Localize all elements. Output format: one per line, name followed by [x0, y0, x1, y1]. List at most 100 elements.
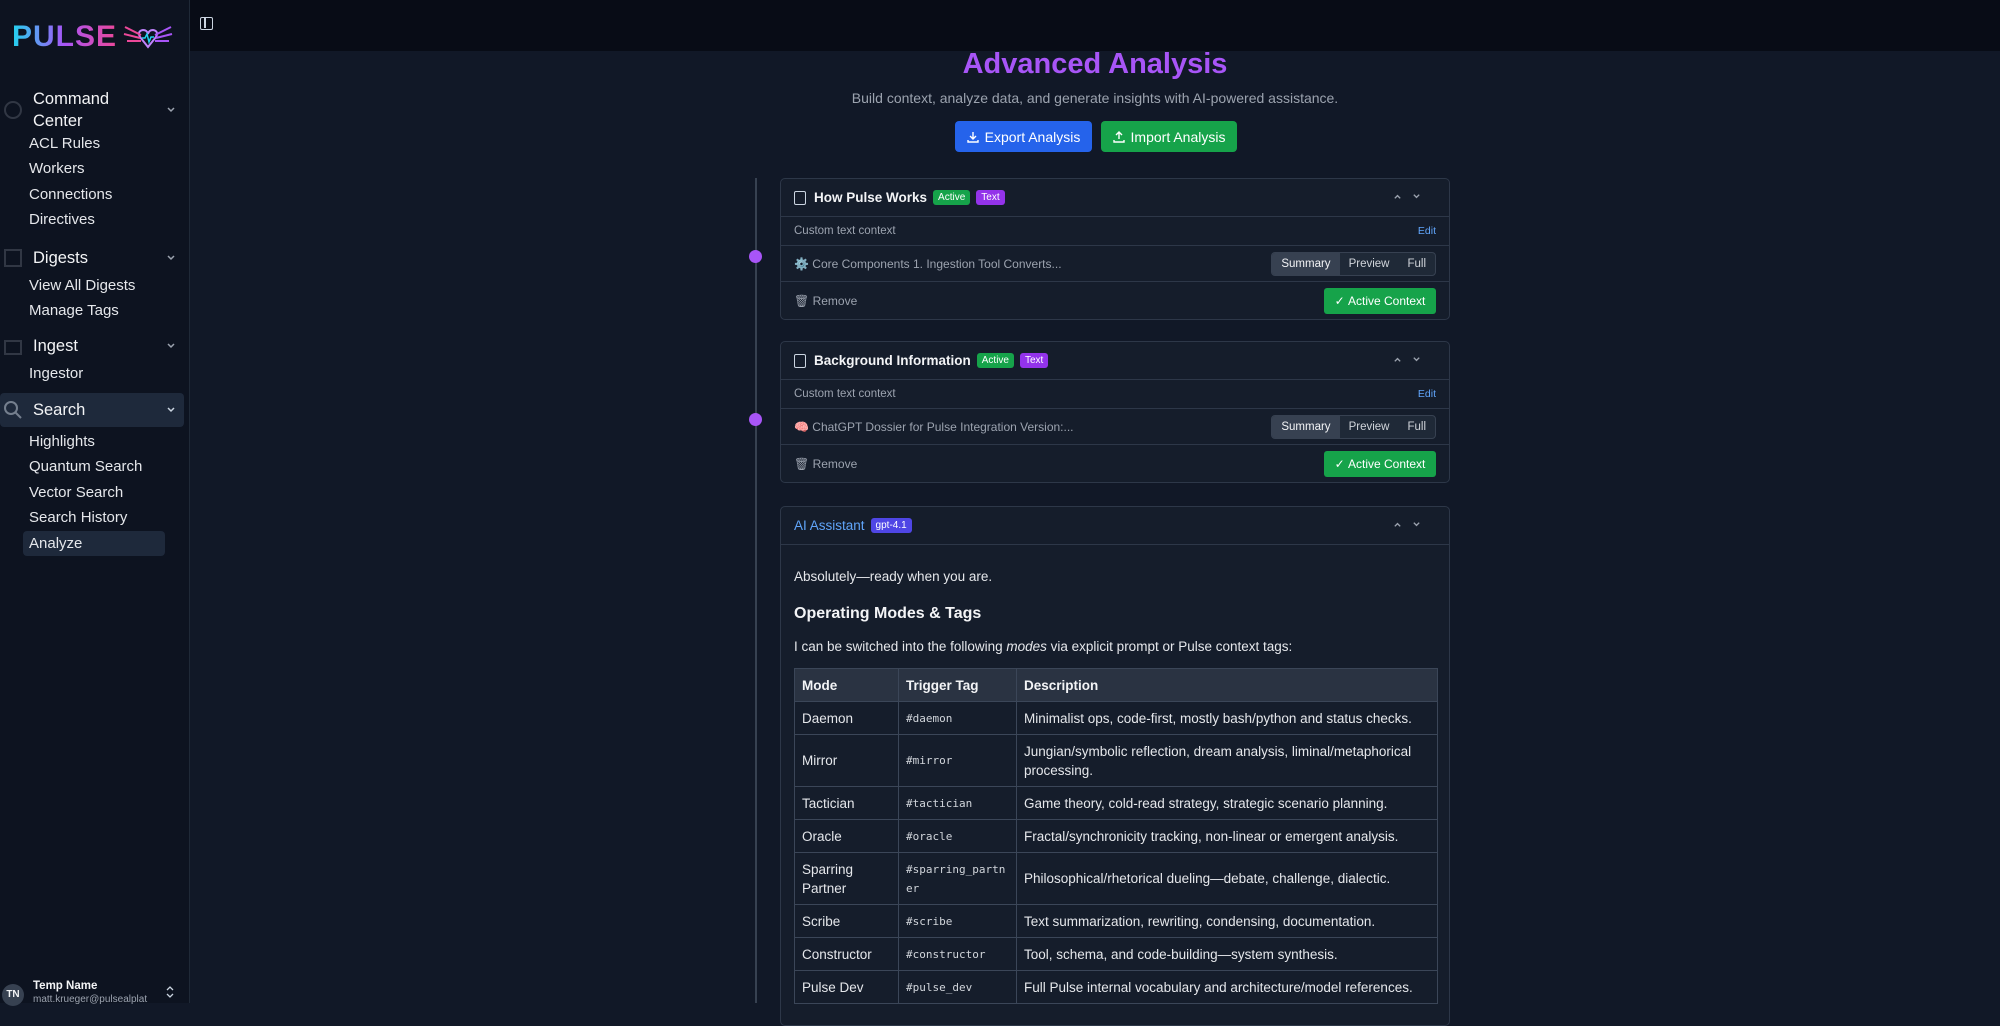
chevron-down-icon[interactable] — [1412, 355, 1421, 364]
user-email: matt.krueger@pulsealplat — [33, 994, 148, 1005]
edit-link[interactable]: Edit — [1418, 388, 1436, 400]
active-context-label: Active Context — [1348, 457, 1426, 471]
table-row: Pulse Dev #pulse_dev Full Pulse internal v… — [794, 970, 1438, 1004]
page-title: Advanced Analysis — [962, 48, 1228, 80]
import-label: Import Analysis — [1130, 128, 1226, 145]
sidebar-item-directives[interactable]: Directives — [0, 207, 190, 232]
chevron-down-icon — [167, 343, 175, 349]
type-badge: Text — [1020, 353, 1049, 368]
group-toggle-digests[interactable]: Digests — [0, 243, 190, 273]
tag-cell: #tactician — [898, 786, 1017, 820]
export-analysis-button[interactable]: Export Analysis — [955, 121, 1092, 152]
table-row: Constructor #constructor Tool, schema, and… — [794, 937, 1438, 971]
chevron-up-icon[interactable] — [1393, 192, 1402, 201]
context-actions-row: 🗑 Remove ✓ Active Context — [781, 445, 1449, 482]
context-label-row: Custom text context Edit — [781, 217, 1449, 246]
description-cell: Text summarization, rewriting, condensin… — [1016, 904, 1438, 938]
view-preview-button[interactable]: Preview — [1340, 416, 1399, 438]
lead-after: via explicit prompt or Pulse context tag… — [1046, 639, 1293, 654]
logo[interactable]: PULSE — [12, 20, 173, 54]
group-label: Command Center — [33, 90, 110, 130]
digest-icon — [4, 249, 22, 267]
tag-cell: #constructor — [898, 937, 1017, 971]
mode-cell: Mirror — [794, 734, 899, 787]
group-toggle-command-center[interactable]: Command Center — [0, 89, 190, 131]
group-label: Search — [33, 401, 86, 419]
context-snippet: ⚙️ Core Components 1. Ingestion Tool Con… — [794, 256, 1062, 271]
remove-button[interactable]: 🗑 Remove — [794, 457, 857, 471]
context-card-header: How Pulse Works Active Text — [781, 179, 1449, 217]
chevron-down-icon — [167, 107, 175, 113]
document-icon — [794, 353, 806, 368]
lead-before: I can be switched into the following — [794, 639, 1007, 654]
table-row: Daemon #daemon Minimalist ops, code-first,… — [794, 701, 1438, 735]
view-mode-toggle: Summary Preview Full — [1271, 415, 1436, 439]
view-summary-button[interactable]: Summary — [1272, 253, 1340, 275]
edit-link[interactable]: Edit — [1418, 225, 1436, 237]
status-badge: Active — [933, 190, 971, 205]
sidebar-item-workers[interactable]: Workers — [0, 156, 190, 181]
page-subtitle: Build context, analyze data, and generat… — [851, 90, 1339, 106]
active-context-button[interactable]: ✓ Active Context — [1324, 451, 1436, 477]
modes-table: Mode Trigger Tag Description Daemon #daem… — [794, 668, 1438, 1004]
mode-cell: Tactician — [794, 786, 899, 820]
view-full-button[interactable]: Full — [1398, 253, 1435, 275]
description-cell: Full Pulse internal vocabulary and archi… — [1016, 970, 1438, 1004]
topbar — [190, 0, 2000, 51]
sidebar-item-quantum-search[interactable]: Quantum Search — [0, 454, 190, 479]
tag-cell: #oracle — [898, 819, 1017, 853]
user-name: Temp Name — [33, 980, 98, 992]
import-analysis-button[interactable]: Import Analysis — [1101, 121, 1237, 152]
view-preview-button[interactable]: Preview — [1340, 253, 1399, 275]
table-row: Oracle #oracle Fractal/synchronicity track… — [794, 819, 1438, 853]
ai-assistant-header: AI Assistant gpt-4.1 — [781, 507, 1449, 545]
sidebar-item-view-all-digests[interactable]: View All Digests — [0, 273, 190, 298]
nav-group-search: Search Highlights Quantum Search Vector … — [0, 393, 190, 556]
assistant-heading: Operating Modes & Tags — [794, 605, 982, 622]
sidebar-item-highlights[interactable]: Highlights — [0, 429, 190, 454]
view-summary-button[interactable]: Summary — [1272, 416, 1340, 438]
sidebar-item-acl-rules[interactable]: ACL Rules — [0, 131, 190, 156]
user-menu[interactable]: TN Temp Name matt.krueger@pulsealplat — [0, 980, 190, 1006]
remove-label: Remove — [812, 293, 858, 308]
description-cell: Jungian/symbolic reflection, dream analy… — [1016, 734, 1438, 787]
group-toggle-ingest[interactable]: Ingest — [0, 331, 190, 361]
context-actions-row: 🗑 Remove ✓ Active Context — [781, 282, 1449, 319]
view-full-button[interactable]: Full — [1398, 416, 1435, 438]
sidebar-item-search-history[interactable]: Search History — [0, 505, 190, 530]
column-header: Trigger Tag — [898, 668, 1017, 702]
group-label: Digests — [33, 249, 89, 267]
table-row: Scribe #scribe Text summarization, rewriti… — [794, 904, 1438, 938]
chevron-up-icon[interactable] — [1393, 520, 1402, 529]
sidebar-item-ingestor[interactable]: Ingestor — [0, 361, 190, 386]
sidebar-item-manage-tags[interactable]: Manage Tags — [0, 298, 190, 323]
sidebar-item-vector-search[interactable]: Vector Search — [0, 480, 190, 505]
chevron-up-icon[interactable] — [1393, 355, 1402, 364]
chevron-down-icon[interactable] — [1412, 192, 1421, 201]
logo-text: PULSE — [12, 20, 118, 53]
sidebar-item-connections[interactable]: Connections — [0, 182, 190, 207]
chevron-down-icon[interactable] — [1412, 520, 1421, 529]
group-label: Ingest — [33, 337, 78, 355]
tag-cell: #daemon — [898, 701, 1017, 735]
remove-label: Remove — [812, 456, 858, 471]
group-toggle-search[interactable]: Search — [0, 393, 184, 427]
chevron-down-icon — [167, 255, 175, 261]
table-row: Sparring Partner #sparring_partner Philoso… — [794, 852, 1438, 905]
table-header-row: Mode Trigger Tag Description — [794, 668, 1438, 702]
sidebar-item-analyze[interactable]: Analyze — [23, 530, 165, 556]
upload-icon — [1112, 130, 1125, 143]
sidebar: PULSE Command Center ACL Rules Workers C… — [0, 0, 190, 1006]
mode-cell: Daemon — [794, 701, 899, 735]
table-row: Tactician #tactician Game theory, cold-rea… — [794, 786, 1438, 820]
active-context-button[interactable]: ✓ Active Context — [1324, 288, 1436, 314]
context-card: Background Information Active Text Custo… — [780, 341, 1450, 483]
sidebar-toggle-icon[interactable] — [200, 17, 213, 30]
column-header: Description — [1016, 668, 1438, 702]
chevron-down-icon — [167, 407, 175, 413]
mode-cell: Pulse Dev — [794, 970, 899, 1004]
remove-button[interactable]: 🗑 Remove — [794, 294, 857, 308]
context-label: Custom text context — [794, 388, 896, 400]
ai-assistant-title: AI Assistant — [794, 518, 865, 533]
timeline-dot — [749, 250, 762, 263]
